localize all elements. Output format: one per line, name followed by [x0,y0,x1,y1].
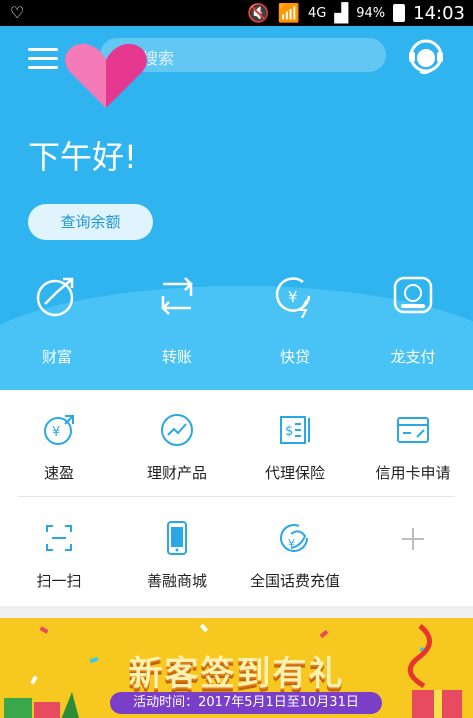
battery-level: 94% [356,5,386,21]
grid-divider [18,496,455,497]
banner-title: 新客签到有礼 [128,654,345,694]
status-bar: ♡ 🔇 📶 4G ▟ 94% 14:03 [0,0,473,26]
scan-icon [46,525,72,551]
mute-icon: 🔇 [247,2,270,24]
wealth-product-icon [161,414,193,446]
quick-action-transfer[interactable]: 转账 [127,274,227,367]
service-add[interactable] [354,520,472,570]
svg-text:$: $ [285,424,293,439]
quick-action-loan[interactable]: ¥ 快贷 [245,274,345,367]
menu-icon[interactable] [28,48,60,70]
wifi-icon: 📶 [277,2,301,24]
service-suying[interactable]: ¥ 速盈 [0,412,118,483]
heart-icon [65,43,147,108]
clock: 14:03 [413,2,465,24]
check-balance-button[interactable]: 查询余额 [28,204,153,240]
service-scan[interactable]: 扫一扫 [0,520,118,591]
header-panel: 搜索 下午好! 查询余额 财富 转账 ¥ 快贷 龙支付 [0,26,473,390]
mall-icon [167,521,187,555]
credit-card-icon [397,417,429,443]
transfer-icon [161,277,193,315]
svg-text:¥: ¥ [288,288,298,306]
services-grid: ¥ 速盈 理财产品 $ 代理保险 信用卡申请 扫一扫 善融商城 ¥ 全国话费充值 [0,390,473,606]
add-icon [402,528,424,550]
confetti-decoration [199,623,209,633]
banner-period: 活动时间：2017年5月1日至10月31日 [110,692,382,714]
network-type: 4G [308,5,327,21]
wealth-icon [36,277,74,317]
phone-recharge-icon: ¥ [280,524,308,552]
quick-action-wealth[interactable]: 财富 [7,274,107,367]
confetti-decoration [319,629,329,639]
battery-icon [393,4,406,22]
service-phone-recharge[interactable]: ¥ 全国话费充值 [236,520,354,591]
signal-icon: ▟ [334,2,349,24]
service-insurance[interactable]: $ 代理保险 [236,412,354,483]
quick-action-long-pay[interactable]: 龙支付 [363,274,463,367]
service-wealth-products[interactable]: 理财产品 [118,412,236,483]
insurance-icon: $ [280,416,310,444]
quick-loan-icon: ¥ [275,277,311,318]
suying-icon: ¥ [44,415,74,445]
svg-text:¥: ¥ [52,425,60,440]
service-mall[interactable]: 善融商城 [118,520,236,591]
customer-service-icon[interactable] [406,36,446,76]
svg-text:¥: ¥ [288,537,295,550]
long-pay-icon [393,276,433,314]
promo-banner[interactable]: 新客签到有礼 活动时间：2017年5月1日至10月31日 [0,618,473,718]
service-credit-card[interactable]: 信用卡申请 [354,412,472,483]
notification-icon: ♡ [10,3,25,22]
confetti-decoration [39,626,49,634]
greeting-text: 下午好! [28,138,137,176]
